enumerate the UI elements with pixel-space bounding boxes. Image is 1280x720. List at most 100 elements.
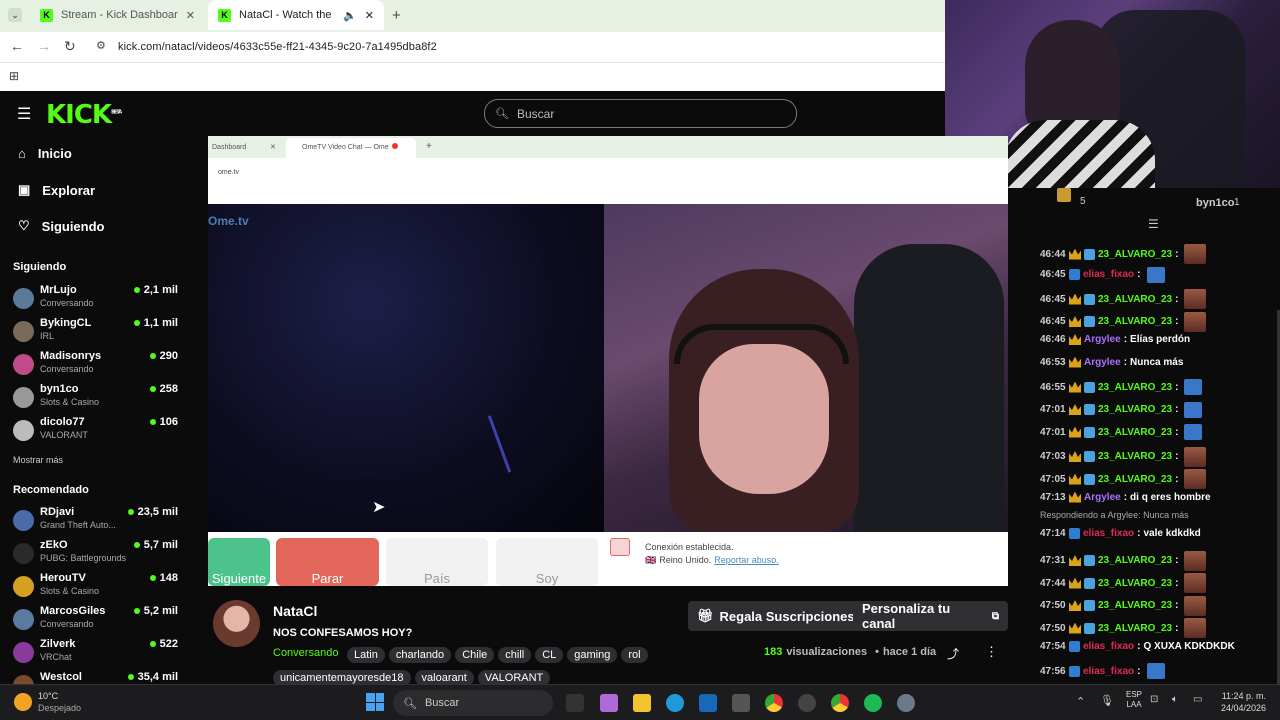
message-user[interactable]: 23_ALVARO_23 bbox=[1098, 555, 1172, 566]
edge-icon[interactable] bbox=[666, 694, 684, 712]
chat-message[interactable]: 46:55 23_ALVARO_23: bbox=[1040, 379, 1203, 395]
chat-message[interactable]: 47:14 elias_fixao: vale kdkdkd bbox=[1040, 528, 1201, 539]
chrome-icon[interactable] bbox=[765, 694, 783, 712]
mic-icon[interactable]: 🎙︎ bbox=[1100, 694, 1114, 707]
message-user[interactable]: 23_ALVARO_23 bbox=[1098, 451, 1172, 462]
chat-message[interactable]: 47:44 23_ALVARO_23: bbox=[1040, 573, 1207, 593]
search-input[interactable]: 🔍︎ Buscar bbox=[484, 99, 797, 128]
chat-message[interactable]: 46:45 23_ALVARO_23: bbox=[1040, 289, 1207, 309]
chat-message[interactable]: 47:03 23_ALVARO_23: bbox=[1040, 446, 1207, 467]
battery-icon[interactable]: ▭ bbox=[1193, 694, 1202, 705]
nav-following[interactable]: ♡ Siguiendo bbox=[18, 218, 105, 234]
forward-icon[interactable]: → bbox=[37, 38, 51, 54]
chat-message[interactable]: 46:53 Argylee: Nunca más bbox=[1040, 356, 1183, 368]
sidebar-channel[interactable]: Zilverk VRChat 522 bbox=[13, 638, 183, 668]
chat-message[interactable]: 46:45 elias_fixao: bbox=[1040, 266, 1165, 283]
message-user[interactable]: elias_fixao bbox=[1083, 641, 1134, 652]
message-user[interactable]: 23_ALVARO_23 bbox=[1098, 623, 1172, 634]
message-user[interactable]: 23_ALVARO_23 bbox=[1098, 578, 1172, 589]
network-icon[interactable]: ⊡ bbox=[1150, 694, 1158, 705]
chat-message[interactable]: 46:45 23_ALVARO_23: bbox=[1040, 311, 1207, 332]
tag-chip[interactable]: chill bbox=[498, 647, 532, 663]
message-user[interactable]: Argylee bbox=[1084, 357, 1121, 368]
task-view-icon[interactable] bbox=[566, 694, 584, 712]
video-player[interactable]: Dashboard ✕ OmeTV Video Chat — Ome + ome… bbox=[208, 136, 1008, 586]
weather-icon[interactable] bbox=[14, 693, 32, 711]
tag-chip[interactable]: Chile bbox=[455, 647, 495, 663]
sidebar-channel[interactable]: dicolo77 VALORANT 106 bbox=[13, 416, 183, 446]
settings-icon[interactable] bbox=[897, 694, 915, 712]
stream-category[interactable]: Conversando bbox=[273, 647, 338, 659]
chat-message[interactable]: 47:50 23_ALVARO_23: bbox=[1040, 595, 1207, 616]
tag-chip[interactable]: Latin bbox=[347, 647, 385, 663]
sidebar-channel[interactable]: BykingCL IRL 1,1 mil bbox=[13, 317, 183, 347]
chat-message[interactable]: 47:50 23_ALVARO_23: bbox=[1040, 618, 1207, 638]
message-user[interactable]: elias_fixao bbox=[1083, 666, 1134, 677]
chat-message[interactable]: 47:54 elias_fixao: Q XUXA KDKDKDK bbox=[1040, 640, 1235, 652]
message-user[interactable]: 23_ALVARO_23 bbox=[1098, 600, 1172, 611]
volume-icon[interactable]: 🔈︎ bbox=[1172, 694, 1178, 705]
message-user[interactable]: 23_ALVARO_23 bbox=[1098, 427, 1172, 438]
app-icon[interactable] bbox=[732, 694, 750, 712]
more-options-icon[interactable]: ⋮ bbox=[985, 644, 998, 660]
close-icon[interactable]: ✕ bbox=[365, 9, 374, 22]
nav-explore[interactable]: ▣ Explorar bbox=[18, 182, 95, 198]
chrome-active-icon[interactable] bbox=[831, 694, 849, 712]
language-indicator[interactable]: ESP LAA bbox=[1126, 690, 1142, 710]
tab-kick-dashboard[interactable]: K Stream - Kick Dashboard ✕ bbox=[30, 0, 205, 30]
taskbar-search[interactable]: 🔍︎ Buscar bbox=[393, 690, 553, 716]
close-icon[interactable]: ✕ bbox=[186, 9, 195, 22]
clock[interactable]: 11:24 p. m. 24/04/2026 bbox=[1221, 690, 1266, 714]
url-field[interactable]: kick.com/natacl/videos/4633c55e-ff21-434… bbox=[118, 41, 437, 53]
menu-icon[interactable]: ☰ bbox=[17, 104, 31, 124]
gift-subs-button[interactable]: 🎁︎ Regala Suscripciones bbox=[688, 601, 864, 631]
chat-message[interactable]: 47:01 23_ALVARO_23: bbox=[1040, 424, 1203, 440]
chat-message[interactable]: 47:01 23_ALVARO_23: bbox=[1040, 401, 1203, 418]
message-user[interactable]: 23_ALVARO_23 bbox=[1098, 294, 1172, 305]
sidebar-channel[interactable]: MarcosGiles Conversando 5,2 mil bbox=[13, 605, 183, 635]
message-user[interactable]: 23_ALVARO_23 bbox=[1098, 474, 1172, 485]
streamer-name[interactable]: NataCl bbox=[273, 603, 317, 619]
share-icon[interactable]: ⤴ bbox=[947, 645, 959, 662]
spotify-icon[interactable] bbox=[864, 694, 882, 712]
streamer-avatar[interactable] bbox=[213, 600, 260, 647]
chat-message[interactable]: 47:31 23_ALVARO_23: bbox=[1040, 550, 1207, 571]
tag-chip[interactable]: charlando bbox=[388, 647, 452, 663]
speaker-icon[interactable]: 🔈 bbox=[343, 9, 357, 22]
new-tab-button[interactable]: + bbox=[392, 7, 401, 24]
tag-chip[interactable]: gaming bbox=[567, 647, 618, 663]
windows-start-icon[interactable] bbox=[366, 693, 384, 711]
obs-icon[interactable] bbox=[798, 694, 816, 712]
tab-natacl-vod[interactable]: K NataCl - Watch the VOD on 🔈 ✕ bbox=[208, 0, 384, 30]
store-icon[interactable] bbox=[699, 694, 717, 712]
chat-message[interactable]: 46:44 23_ALVARO_23: bbox=[1040, 244, 1207, 264]
tag-chip[interactable]: rol bbox=[621, 647, 648, 663]
message-user[interactable]: elias_fixao bbox=[1083, 528, 1134, 539]
chat-message[interactable]: 47:56 elias_fixao: bbox=[1040, 663, 1165, 679]
message-user[interactable]: 23_ALVARO_23 bbox=[1098, 382, 1172, 393]
sidebar-channel[interactable]: byn1co Slots & Casino 258 bbox=[13, 383, 183, 413]
site-info-icon[interactable]: ⚙ bbox=[96, 39, 106, 52]
sidebar-channel[interactable]: RDjavi Grand Theft Auto... 23,5 mil bbox=[13, 506, 183, 536]
chat-message[interactable]: 46:46 Argylee: Elías perdón bbox=[1040, 334, 1190, 345]
nav-home[interactable]: ⌂ Inicio bbox=[18, 146, 72, 161]
message-user[interactable]: 23_ALVARO_23 bbox=[1098, 249, 1172, 260]
back-icon[interactable]: ← bbox=[10, 38, 24, 54]
tab-list-button[interactable]: ⌄ bbox=[8, 8, 22, 22]
sidebar-channel[interactable]: zEkO PUBG: Battlegrounds 5,7 mil bbox=[13, 539, 183, 569]
customize-channel-button[interactable]: Personaliza tu canal ⧉ bbox=[853, 601, 1008, 631]
kick-logo[interactable]: KICKBETA bbox=[46, 100, 122, 130]
chat-menu-icon[interactable]: ☰ bbox=[1148, 217, 1159, 231]
sidebar-channel[interactable]: MrLujo Conversando 2,1 mil bbox=[13, 284, 183, 314]
copilot-icon[interactable] bbox=[600, 694, 618, 712]
chat-message[interactable]: 47:13 Argylee: di q eres hombre bbox=[1040, 491, 1211, 503]
show-more-link[interactable]: Mostrar más bbox=[13, 455, 63, 465]
sidebar-channel[interactable]: HerouTV Slots & Casino 148 bbox=[13, 572, 183, 602]
message-user[interactable]: elias_fixao bbox=[1083, 269, 1134, 280]
message-user[interactable]: 23_ALVARO_23 bbox=[1098, 404, 1172, 415]
reload-icon[interactable]: ↻ bbox=[64, 38, 76, 55]
chat-message[interactable]: 47:05 23_ALVARO_23: bbox=[1040, 469, 1207, 489]
apps-grid-icon[interactable]: ⊞ bbox=[9, 69, 19, 83]
chevron-up-icon[interactable]: ⌃ bbox=[1076, 695, 1085, 708]
file-explorer-icon[interactable] bbox=[633, 694, 651, 712]
